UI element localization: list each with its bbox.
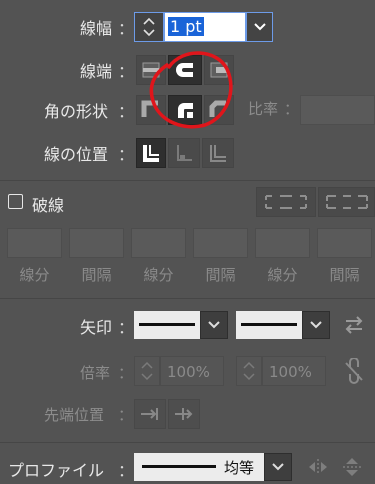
- preserve-dash-button[interactable]: [256, 187, 316, 217]
- dash-field-label: 線分: [267, 266, 298, 284]
- arrow-extend-icon: [141, 408, 158, 420]
- gap-field-3[interactable]: [317, 228, 372, 258]
- start-scale-stepper[interactable]: [134, 356, 160, 386]
- stroke-cap-label: 線端: [80, 62, 113, 81]
- stepper-arrows-icon: [141, 361, 153, 381]
- dash-preserve-icon: [265, 195, 307, 209]
- colon: ：: [118, 406, 134, 424]
- profile-value: 均等: [224, 458, 255, 477]
- dash-field-1[interactable]: [7, 228, 62, 258]
- dash-field-label: 線分: [143, 266, 174, 284]
- colon: ：: [284, 100, 300, 118]
- stroke-weight-value: 1 pt: [168, 17, 204, 36]
- flip-horizontal-icon: [309, 459, 327, 475]
- start-scale-input[interactable]: 100%: [160, 356, 224, 386]
- arrow-tip-position-label: 先端位置: [44, 406, 105, 424]
- end-arrowhead-select[interactable]: [236, 311, 302, 339]
- dashed-line-checkbox[interactable]: [8, 194, 23, 209]
- dash-align-icon: [325, 195, 368, 209]
- extend-tip-button[interactable]: [134, 399, 166, 429]
- chevron-down-icon: [310, 321, 322, 329]
- arrow-place-icon: [175, 408, 193, 420]
- profile-dropdown[interactable]: [264, 453, 292, 481]
- profile-preview-icon: [142, 465, 216, 468]
- dash-field-label: 線分: [19, 266, 50, 284]
- gap-field-label: 間隔: [81, 266, 112, 284]
- gap-field-label: 間隔: [205, 266, 236, 284]
- align-outside-icon: [210, 145, 226, 162]
- profile-label: プロファイル: [8, 461, 105, 480]
- colon: ：: [118, 461, 135, 480]
- swap-arrows-icon: [345, 316, 363, 334]
- align-dash-button[interactable]: [318, 187, 375, 217]
- link-scale-button[interactable]: [342, 357, 366, 384]
- colon: ：: [118, 19, 135, 38]
- stepper-arrows-icon: [243, 361, 255, 381]
- stroke-weight-input[interactable]: 1 pt: [164, 12, 246, 42]
- gap-field-label: 間隔: [329, 266, 360, 284]
- colon: ：: [118, 364, 134, 382]
- miter-limit-input[interactable]: [300, 95, 375, 125]
- colon: ：: [118, 318, 135, 337]
- end-scale-value: 100%: [269, 363, 312, 381]
- align-center-icon: [143, 145, 159, 162]
- colon: ：: [118, 102, 135, 121]
- chevron-down-icon: [208, 321, 220, 329]
- swap-arrowheads-button[interactable]: [342, 313, 366, 337]
- stroke-weight-label: 線幅: [80, 19, 113, 38]
- miter-limit-label: 比率: [248, 100, 279, 118]
- section-divider: [0, 442, 375, 443]
- end-scale-stepper[interactable]: [236, 356, 262, 386]
- gap-field-1[interactable]: [69, 228, 124, 258]
- chevron-down-icon: [272, 463, 284, 471]
- unlink-icon: [345, 357, 363, 384]
- arrow-scale-label: 倍率: [80, 364, 111, 382]
- dash-field-2[interactable]: [131, 228, 186, 258]
- start-arrowhead-select[interactable]: [134, 311, 200, 339]
- arrowhead-label: 矢印: [80, 318, 113, 337]
- align-center-button[interactable]: [136, 138, 166, 168]
- flip-vertical-icon: [343, 458, 361, 476]
- section-divider: [0, 298, 375, 299]
- flip-vertical-button[interactable]: [340, 456, 364, 478]
- annotation-circle: [149, 51, 233, 129]
- corner-label: 角の形状: [44, 102, 109, 121]
- gap-field-2[interactable]: [193, 228, 248, 258]
- align-inside-icon: [177, 145, 192, 161]
- line-preview-icon: [241, 323, 297, 326]
- stroke-weight-stepper[interactable]: [134, 12, 164, 42]
- dashed-line-label: 破線: [32, 196, 65, 215]
- start-scale-value: 100%: [167, 363, 210, 381]
- stepper-arrows-icon: [143, 17, 155, 37]
- dash-field-3[interactable]: [255, 228, 310, 258]
- start-arrowhead-dropdown[interactable]: [200, 311, 228, 339]
- place-tip-button[interactable]: [168, 399, 200, 429]
- colon: ：: [118, 62, 135, 81]
- profile-select[interactable]: 均等: [134, 453, 264, 481]
- chevron-down-icon: [253, 23, 266, 31]
- colon: ：: [118, 145, 135, 164]
- align-stroke-label: 線の位置: [44, 145, 109, 164]
- section-divider: [0, 180, 375, 181]
- align-outside-button[interactable]: [202, 138, 234, 168]
- stroke-weight-dropdown[interactable]: [246, 12, 273, 42]
- end-scale-input[interactable]: 100%: [262, 356, 326, 386]
- align-inside-button[interactable]: [168, 138, 200, 168]
- flip-horizontal-button[interactable]: [306, 456, 330, 478]
- end-arrowhead-dropdown[interactable]: [302, 311, 330, 339]
- line-preview-icon: [139, 323, 195, 326]
